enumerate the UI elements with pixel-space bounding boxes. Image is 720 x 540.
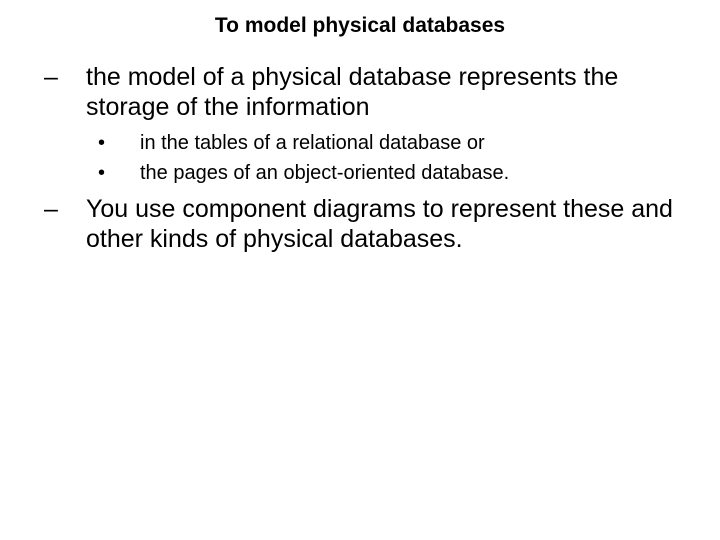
- list-item: • the pages of an object-oriented databa…: [92, 160, 686, 186]
- sub-list: • in the tables of a relational database…: [92, 130, 686, 186]
- dash-icon: –: [38, 62, 86, 92]
- list-item: – the model of a physical database repre…: [38, 62, 686, 122]
- slide-body: – the model of a physical database repre…: [38, 62, 686, 260]
- slide: To model physical databases – the model …: [0, 0, 720, 540]
- list-item-text: the model of a physical database represe…: [86, 62, 686, 122]
- dash-icon: –: [38, 194, 86, 224]
- list-item-text: You use component diagrams to represent …: [86, 194, 686, 254]
- list-item-text: the pages of an object-oriented database…: [140, 160, 686, 186]
- bullet-icon: •: [92, 130, 140, 156]
- list-item: – You use component diagrams to represen…: [38, 194, 686, 254]
- list-item-text: in the tables of a relational database o…: [140, 130, 686, 156]
- slide-title: To model physical databases: [0, 14, 720, 38]
- bullet-icon: •: [92, 160, 140, 186]
- list-item: • in the tables of a relational database…: [92, 130, 686, 156]
